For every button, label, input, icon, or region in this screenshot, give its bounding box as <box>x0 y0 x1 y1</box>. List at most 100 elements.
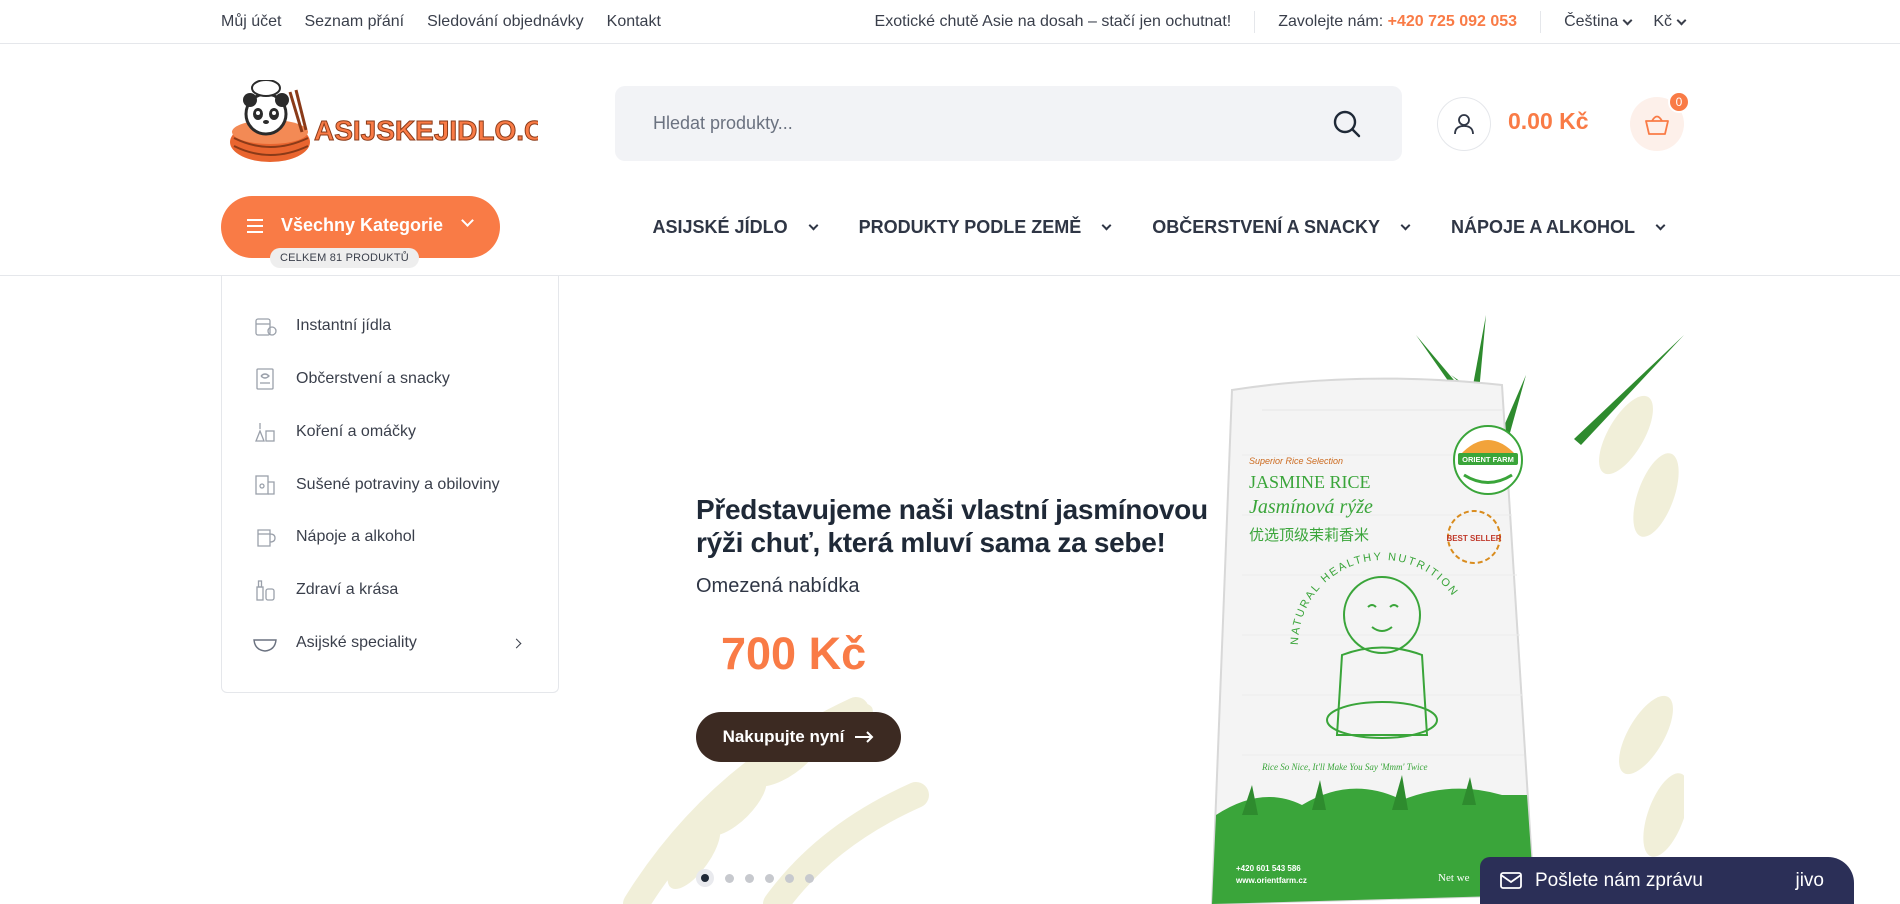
nav-label: OBČERSTVENÍ A SNACKY <box>1152 216 1380 237</box>
sidebar-item-label: Koření a omáčky <box>296 423 417 440</box>
chevron-down-icon <box>1400 220 1411 230</box>
chevron-right-icon <box>511 638 522 648</box>
chevron-down-icon <box>1101 220 1112 230</box>
chevron-down-icon <box>1655 220 1666 230</box>
nav-label: NÁPOJE A ALKOHOL <box>1450 216 1635 237</box>
grains-icon <box>252 472 278 498</box>
drink-icon <box>252 524 278 550</box>
sidebar-item-label: Občerstvení a snacky <box>296 370 450 387</box>
user-icon <box>1454 114 1474 135</box>
call-label: Zavolejte nám: +420 725 092 053 <box>1278 13 1517 31</box>
slider-dots <box>696 869 814 887</box>
bag-title-en: JASMINE RICE <box>1249 472 1371 492</box>
arrow-right-icon <box>855 731 874 743</box>
chat-widget[interactable]: Pošlete nám zprávu jivo <box>1480 857 1854 904</box>
top-links: Můj účet Seznam přání Sledování objednáv… <box>221 0 661 44</box>
sidebar-item-label: Instantní jídla <box>296 317 392 334</box>
bowl-icon <box>252 630 278 656</box>
separator <box>1540 11 1542 33</box>
slider-dot-5[interactable] <box>785 873 794 883</box>
hero-subtitle: Omezená nabídka <box>696 575 860 597</box>
noodles-icon <box>252 313 278 339</box>
chat-brand: jivo <box>1795 870 1824 891</box>
bag-web: www.orientfarm.cz <box>1235 876 1307 885</box>
menu-icon <box>247 219 263 237</box>
spices-icon <box>252 419 278 445</box>
slider-dot-1[interactable] <box>696 869 714 887</box>
top-right: Exotické chutě Asie na dosah – stačí jen… <box>874 0 1687 44</box>
hero-price: 700 Kč <box>721 628 867 679</box>
chevron-down-icon <box>808 220 819 230</box>
currency-selector[interactable]: Kč <box>1653 13 1687 31</box>
sidebar-item-instant[interactable]: Instantní jídla <box>252 311 532 341</box>
hero-title: Představujeme naši vlastní jasmínovou rý… <box>696 494 1208 558</box>
slider-dot-6[interactable] <box>805 873 814 883</box>
top-bar: Můj účet Seznam přání Sledování objednáv… <box>0 0 1900 44</box>
slider-dot-4[interactable] <box>765 873 774 883</box>
bag-title-cz: Jasmínová rýže <box>1249 496 1373 518</box>
chevron-down-icon <box>1622 15 1633 25</box>
slider-dot-2[interactable] <box>725 873 734 883</box>
sidebar-item-label: Sušené potraviny a obiloviny <box>296 476 500 493</box>
bag-badge-text: BEST SELLER <box>1446 534 1501 543</box>
sidebar-item-dried[interactable]: Sušené potraviny a obiloviny <box>252 470 532 500</box>
shop-now-label: Nakupujte nyní <box>722 727 845 746</box>
account-button[interactable] <box>1437 97 1491 151</box>
search-input[interactable] <box>653 86 1303 161</box>
language-label: Čeština <box>1564 13 1619 30</box>
promo-text: Exotické chutě Asie na dosah – stačí jen… <box>874 13 1232 30</box>
hero-slider: Superior Rice Selection JASMINE RICE Jas… <box>596 315 1684 904</box>
chevron-down-icon <box>1676 15 1687 25</box>
sidebar-item-drinks[interactable]: Nápoje a alkohol <box>252 522 532 552</box>
currency-label: Kč <box>1653 13 1672 30</box>
product-count-badge: CELKEM 81 PRODUKTŮ <box>270 248 419 268</box>
snack-icon <box>252 366 278 392</box>
envelope-icon <box>1500 872 1522 889</box>
my-account-link[interactable]: Můj účet <box>221 13 281 31</box>
sidebar-item-spices[interactable]: Koření a omáčky <box>252 417 532 447</box>
separator <box>1254 11 1256 33</box>
sidebar-item-label: Asijské speciality <box>296 634 417 651</box>
order-tracking-link[interactable]: Sledování objednávky <box>427 13 584 31</box>
nav-snacks[interactable]: OBČERSTVENÍ A SNACKY <box>1152 216 1411 238</box>
nav-products-by-country[interactable]: PRODUKTY PODLE ZEMĚ <box>858 216 1112 238</box>
cart-count-badge: 0 <box>1668 91 1690 113</box>
jasmine-rice-bag-image: Superior Rice Selection JASMINE RICE Jas… <box>1210 377 1536 904</box>
sidebar-item-specialities[interactable]: Asijské speciality <box>252 628 532 658</box>
sidebar-item-snacks[interactable]: Občerstvení a snacky <box>252 364 532 394</box>
sidebar-item-label: Zdraví a krása <box>296 581 399 598</box>
search-bar <box>615 86 1402 161</box>
main-nav: ASIJSKÉ JÍDLO PRODUKTY PODLE ZEMĚ OBČERS… <box>652 196 1666 258</box>
nav-asian-food[interactable]: ASIJSKÉ JÍDLO <box>652 216 819 238</box>
bag-brand: ORIENT FARM <box>1462 455 1514 464</box>
search-icon[interactable] <box>1332 109 1362 139</box>
bag-phone: +420 601 543 586 <box>1236 864 1301 873</box>
call-label-text: Zavolejte nám: <box>1278 13 1384 30</box>
bag-title-cn: 优选顶级茉莉香米 <box>1249 526 1369 544</box>
chevron-down-icon <box>461 214 474 227</box>
cart-button[interactable]: 0 <box>1630 91 1690 151</box>
language-selector[interactable]: Čeština <box>1564 13 1633 31</box>
logo-text: ASIJSKEJIDLO.CZ <box>314 115 538 146</box>
wishlist-link[interactable]: Seznam přání <box>304 13 404 31</box>
chat-label: Pošlete nám zprávu <box>1535 870 1703 891</box>
sidebar-item-label: Nápoje a alkohol <box>296 528 416 545</box>
all-categories-label: Všechny Kategorie <box>281 215 444 235</box>
slider-dot-3[interactable] <box>745 873 754 883</box>
category-sidebar: Instantní jídla Občerstvení a snacky Koř… <box>221 276 559 693</box>
orient-farm-logo: ORIENT FARM <box>1453 425 1523 495</box>
phone-link[interactable]: +420 725 092 053 <box>1388 13 1517 30</box>
shop-now-button[interactable]: Nakupujte nyní <box>696 712 901 762</box>
bag-tagline: Superior Rice Selection <box>1249 456 1343 466</box>
nav-label: PRODUKTY PODLE ZEMĚ <box>858 216 1082 237</box>
bag-slogan: Rice So Nice, It'll Make You Say 'Mmm' T… <box>1261 762 1428 772</box>
nav-drinks[interactable]: NÁPOJE A ALKOHOL <box>1450 216 1666 238</box>
contact-link[interactable]: Kontakt <box>607 13 661 31</box>
basket-icon <box>1645 115 1669 135</box>
site-logo[interactable]: ASIJSKEJIDLO.CZ <box>228 79 562 166</box>
sidebar-item-beauty[interactable]: Zdraví a krása <box>252 575 532 605</box>
bag-weight: Net we <box>1438 872 1470 884</box>
beauty-icon <box>252 577 278 603</box>
cart-total[interactable]: 0.00 Kč <box>1508 108 1589 135</box>
nav-label: ASIJSKÉ JÍDLO <box>652 216 788 237</box>
